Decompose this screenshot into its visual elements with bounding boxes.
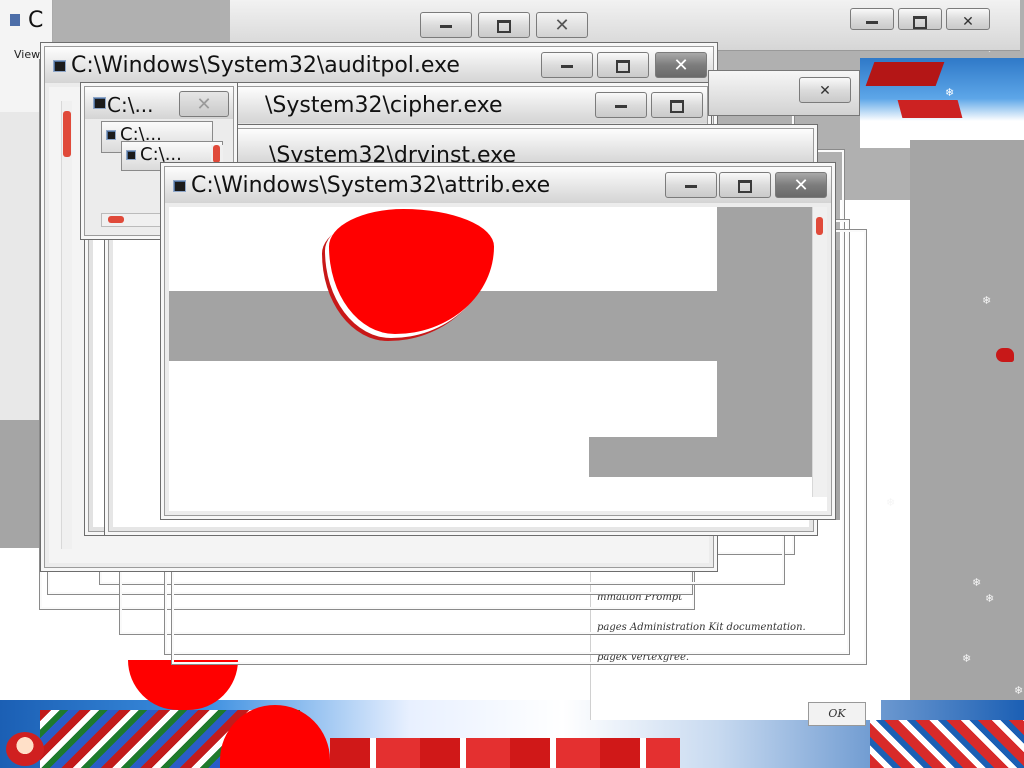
titlebar[interactable]: C:\Windows\System32\attrib.exe ✕ [165, 167, 831, 203]
console-client-area [169, 207, 827, 511]
minimize-button-echo [850, 8, 894, 30]
restore-button-echo [478, 12, 530, 38]
wallpaper-fragment [897, 100, 963, 118]
minimize-button[interactable] [595, 92, 647, 118]
snowflake-icon: ❄ [972, 576, 982, 589]
restore-button-echo [898, 8, 942, 30]
close-button[interactable]: ✕ [775, 172, 827, 198]
window-attrib[interactable]: C:\Windows\System32\attrib.exe ✕ [160, 162, 836, 520]
santa-icon [6, 732, 44, 766]
scrollbar-thumb[interactable] [213, 145, 220, 163]
ok-button[interactable]: OK [808, 702, 866, 726]
close-button-echo: ✕ [946, 8, 990, 30]
wallpaper-fragment [330, 738, 680, 768]
glitch-strip [589, 437, 819, 477]
maximize-button[interactable] [597, 52, 649, 78]
menu-item-view[interactable]: View [14, 48, 40, 61]
snowflake-icon: ❄ [962, 652, 972, 665]
minimize-button[interactable] [541, 52, 593, 78]
close-button-echo: ✕ [799, 77, 851, 103]
window-title: \System32\cipher.exe [265, 93, 503, 118]
snowflake-icon: ❄ [982, 294, 992, 307]
window-title: C:\Windows\System32\auditpol.exe [71, 53, 460, 78]
vertical-scrollbar[interactable] [812, 207, 827, 497]
titlebar-echo: ✕ [708, 70, 860, 116]
minimize-button[interactable] [665, 172, 717, 198]
app-icon [10, 14, 20, 26]
window-title-fragment: C [28, 8, 44, 33]
close-button[interactable]: ✕ [179, 91, 229, 117]
red-shape [996, 348, 1014, 362]
close-button[interactable]: ✕ [655, 52, 707, 78]
snowflake-icon: ❄ [945, 86, 955, 99]
titlebar[interactable]: C:\Windows\System32\auditpol.exe ✕ [45, 47, 713, 83]
close-button-echo: ✕ [536, 12, 588, 38]
window-title: C:\Windows\System32\attrib.exe [191, 173, 551, 198]
console-icon [126, 150, 136, 160]
console-icon [53, 60, 66, 72]
snowflake-icon: ❄ [886, 496, 896, 509]
window-title: C:\... [107, 93, 154, 117]
scrollbar-thumb[interactable] [63, 111, 71, 157]
maximize-button[interactable] [651, 92, 703, 118]
vertical-scrollbar[interactable] [61, 101, 72, 549]
scrollbar-thumb[interactable] [816, 217, 823, 235]
console-icon [106, 130, 116, 140]
scrollbar-thumb[interactable] [108, 216, 124, 223]
titlebar[interactable]: C:\... ✕ [85, 87, 233, 119]
snowflake-icon: ❄ [985, 592, 995, 605]
console-icon [173, 180, 186, 192]
console-icon [93, 97, 106, 109]
glitch-strip [169, 291, 813, 361]
minimize-button-echo [420, 12, 472, 38]
wallpaper-fragment [865, 62, 945, 86]
snowflake-icon: ❄ [1014, 684, 1024, 697]
desktop-background [910, 140, 1024, 710]
wallpaper-fragment [870, 720, 1024, 768]
maximize-button[interactable] [719, 172, 771, 198]
